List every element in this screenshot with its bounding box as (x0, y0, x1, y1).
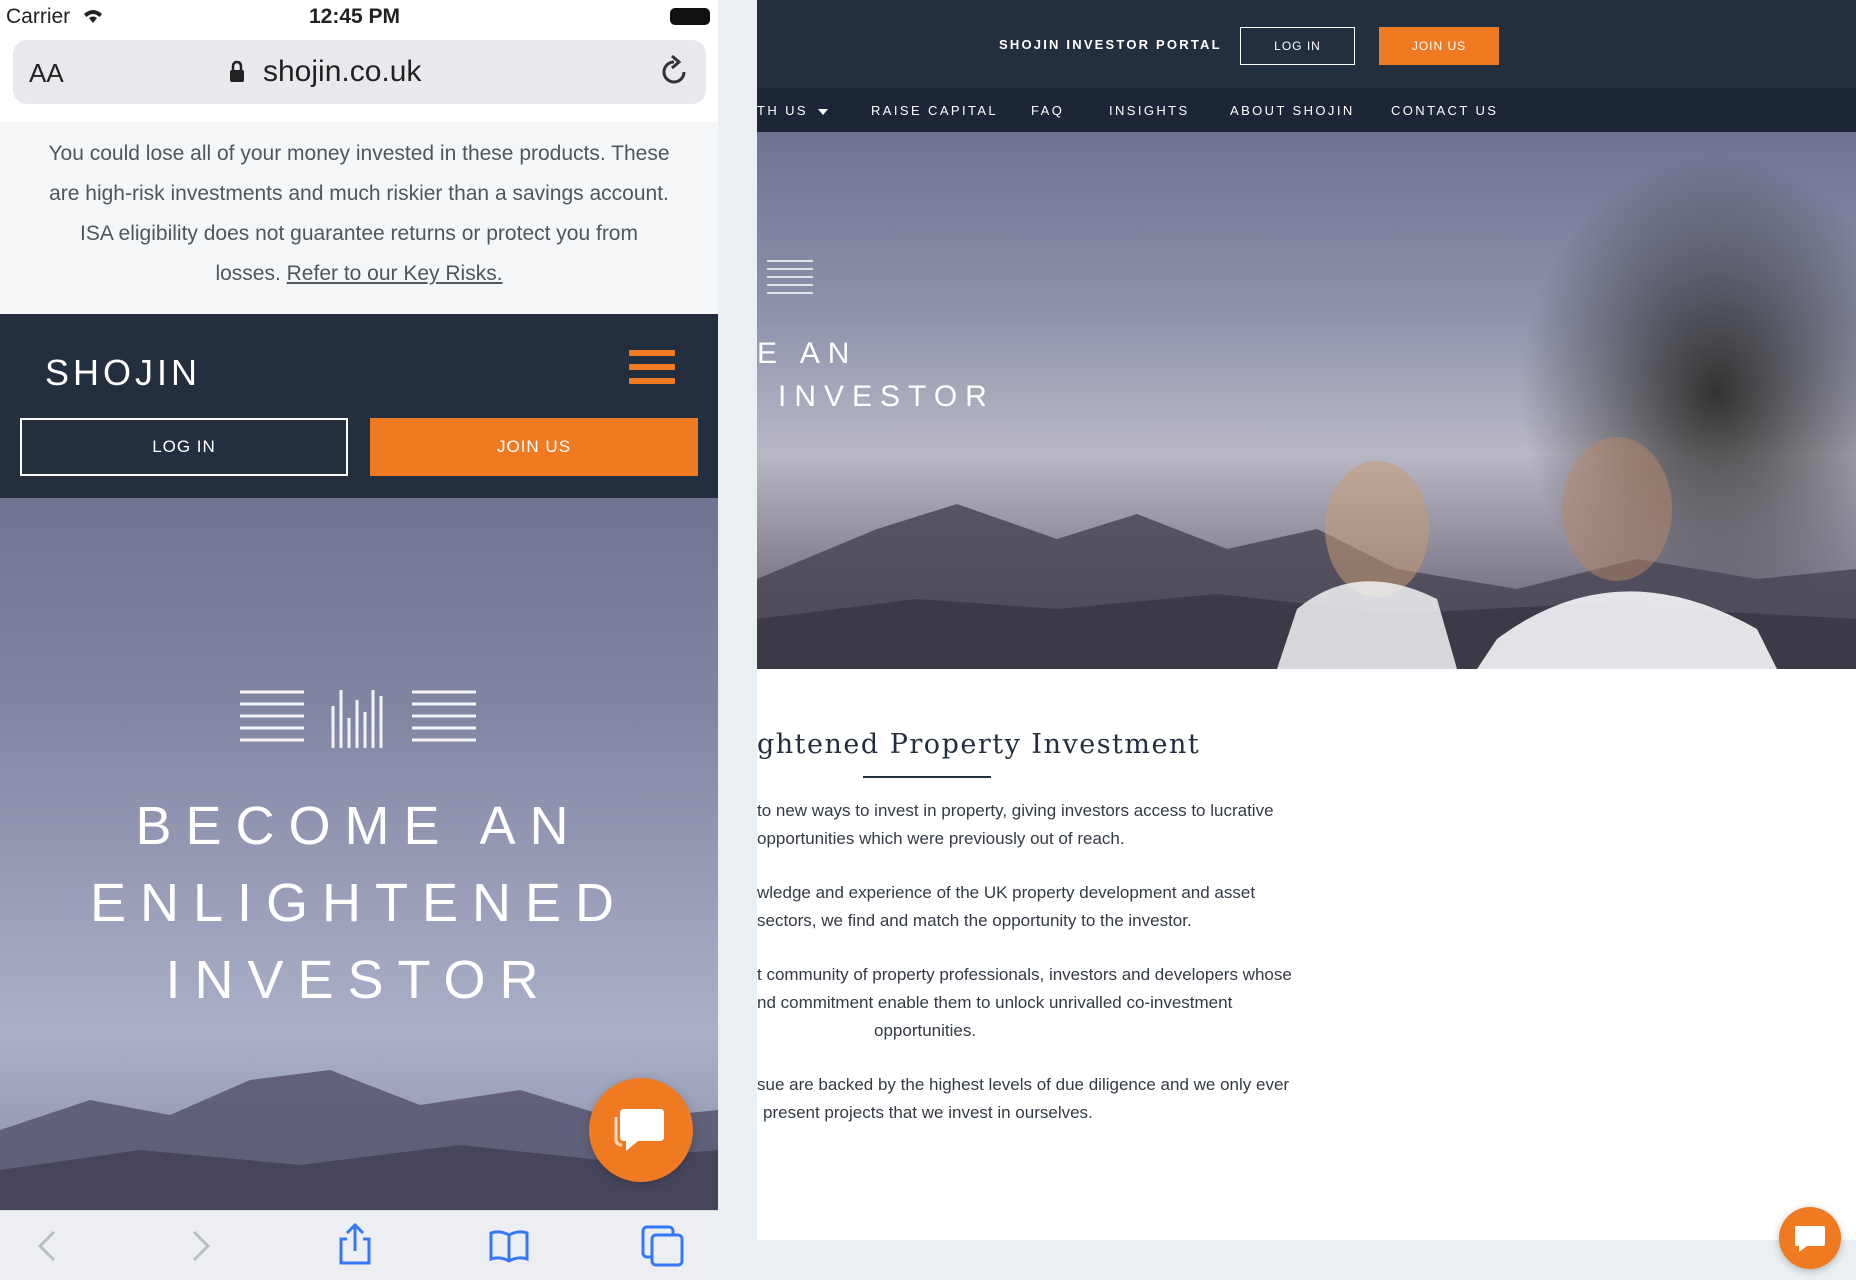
content-paragraph: wledge and experience of the UK property… (757, 879, 1377, 935)
paragraph-line: sectors, we find and match the opportuni… (757, 911, 1192, 930)
key-risks-link[interactable]: Refer to our Key Risks. (287, 262, 503, 285)
investor-portal-link[interactable]: SHOJIN INVESTOR PORTAL (999, 37, 1222, 52)
warning-line: are high-risk investments and much riski… (49, 182, 669, 205)
mobile-hero: BECOME AN ENLIGHTENED INVESTOR (0, 498, 718, 1210)
mobile-site-header: SHOJIN LOG IN JOIN US (0, 314, 718, 498)
tabs-icon[interactable] (641, 1225, 685, 1267)
wifi-icon (84, 10, 103, 23)
nav-item-invest-with-us[interactable]: TH US (757, 103, 828, 118)
forward-icon[interactable] (190, 1229, 212, 1263)
paragraph-line: present projects that we invest in ourse… (763, 1103, 1093, 1122)
paragraph-line: opportunities. (874, 1021, 977, 1040)
ios-status-bar: Carrier 12:45 PM (0, 0, 718, 36)
caret-down-icon (818, 108, 828, 115)
status-time: 12:45 PM (309, 5, 401, 28)
desktop-login-button[interactable]: LOG IN (1240, 27, 1355, 65)
url-text[interactable]: shojin.co.uk (263, 55, 421, 89)
hero-line: BECOME AN (135, 796, 583, 856)
desktop-content-section: ghtened Property Investment to new ways … (757, 669, 1856, 1240)
hero-emblem-lines-icon (767, 260, 813, 300)
mobile-hero-headline: BECOME AN ENLIGHTENED INVESTOR (0, 788, 718, 1019)
section-heading: ghtened Property Investment (757, 729, 1201, 760)
hero-background-image (757, 437, 1856, 669)
reload-icon[interactable] (658, 54, 690, 88)
desktop-topbar: SHOJIN INVESTOR PORTAL LOG IN JOIN US (757, 0, 1856, 88)
paragraph-line: t community of property professionals, i… (757, 965, 1292, 984)
carrier-label: Carrier (6, 5, 106, 29)
browser-chrome: AA shojin.co.uk (0, 36, 718, 122)
desktop-join-button[interactable]: JOIN US (1379, 27, 1499, 65)
warning-text: losses. (215, 262, 287, 285)
paragraph-line: sue are backed by the highest levels of … (757, 1075, 1290, 1094)
share-icon[interactable] (337, 1223, 373, 1265)
nav-item-contact[interactable]: CONTACT US (1391, 103, 1498, 118)
back-icon[interactable] (36, 1229, 58, 1263)
nav-item-about[interactable]: ABOUT SHOJIN (1230, 103, 1355, 118)
chat-bubble-icon (614, 1109, 664, 1151)
nav-item-label: TH US (757, 103, 808, 118)
mobile-login-button[interactable]: LOG IN (20, 418, 348, 476)
mobile-screenshot: Carrier 12:45 PM AA shojin.co.uk You cou… (0, 0, 718, 1280)
composite-screenshot: SHOJIN INVESTOR PORTAL LOG IN JOIN US TH… (0, 0, 1856, 1280)
desktop-hero: E AN INVESTOR (757, 132, 1856, 669)
nav-item-faq[interactable]: FAQ (1031, 103, 1064, 118)
carrier-text: Carrier (6, 5, 71, 28)
content-paragraph: to new ways to invest in property, givin… (757, 797, 1377, 853)
desktop-hero-line-2: INVESTOR (778, 380, 995, 413)
heading-underline (863, 776, 991, 778)
desktop-site: SHOJIN INVESTOR PORTAL LOG IN JOIN US TH… (757, 0, 1856, 1280)
content-paragraph: t community of property professionals, i… (757, 961, 1377, 1045)
address-bar[interactable]: AA shojin.co.uk (13, 40, 706, 104)
chat-bubble-icon (1795, 1226, 1825, 1252)
text-size-button[interactable]: AA (29, 58, 64, 89)
battery-icon (670, 8, 710, 25)
desktop-main-nav: TH US RAISE CAPITAL FAQ INSIGHTS ABOUT S… (757, 88, 1856, 132)
nav-item-insights[interactable]: INSIGHTS (1109, 103, 1190, 118)
content-paragraph: sue are backed by the highest levels of … (757, 1071, 1377, 1127)
desktop-hero-line-1: E AN (757, 337, 858, 370)
shojin-logo[interactable]: SHOJIN (45, 352, 201, 394)
hero-line: INVESTOR (165, 950, 553, 1010)
hero-line: ENLIGHTENED (89, 873, 629, 933)
risk-warning-banner: You could lose all of your money investe… (0, 122, 718, 314)
paragraph-line: opportunities which were previously out … (757, 829, 1125, 848)
mobile-join-button[interactable]: JOIN US (370, 418, 698, 476)
lock-icon (230, 60, 244, 82)
safari-bottom-toolbar (0, 1210, 718, 1280)
mobile-chat-button[interactable] (589, 1078, 693, 1182)
hamburger-menu-icon[interactable] (629, 350, 675, 392)
bookmarks-icon[interactable] (488, 1229, 530, 1263)
paragraph-line: to new ways to invest in property, givin… (757, 801, 1274, 820)
warning-line: ISA eligibility does not guarantee retur… (80, 222, 638, 245)
hero-emblem-icon (240, 690, 476, 748)
panel-divider (718, 0, 757, 1280)
warning-line: losses. Refer to our Key Risks. (0, 254, 718, 294)
warning-line: You could lose all of your money investe… (48, 142, 670, 165)
paragraph-line: nd commitment enable them to unlock unri… (757, 993, 1233, 1012)
nav-item-raise-capital[interactable]: RAISE CAPITAL (871, 103, 998, 118)
desktop-chat-button[interactable] (1779, 1207, 1841, 1269)
paragraph-line: wledge and experience of the UK property… (757, 883, 1256, 902)
